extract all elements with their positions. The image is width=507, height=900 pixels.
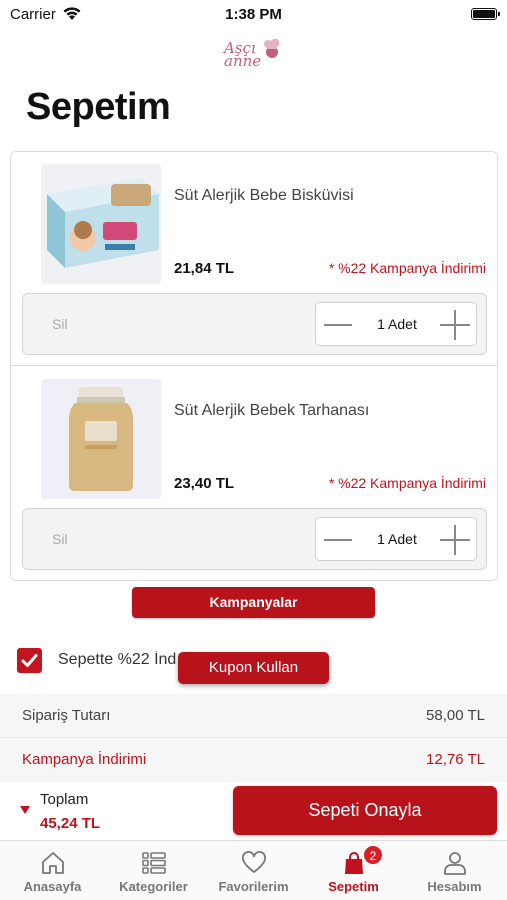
chef-hat-icon bbox=[264, 38, 280, 58]
tab-label: Sepetim bbox=[328, 879, 379, 894]
tab-favorites[interactable]: Favorilerim bbox=[203, 841, 304, 900]
biscuit-box-illustration bbox=[41, 164, 161, 284]
user-icon bbox=[444, 852, 466, 875]
campaign-discount-row: Kampanya İndirimi 12,76 TL bbox=[0, 738, 507, 782]
tab-label: Anasayfa bbox=[23, 879, 82, 894]
total-value: 45,24 TL bbox=[40, 815, 101, 832]
order-total-value: 58,00 TL bbox=[426, 707, 485, 724]
status-bar: Carrier 1:38 PM bbox=[0, 0, 507, 30]
campaign-checkbox[interactable] bbox=[17, 648, 42, 673]
page-title: Sepetim bbox=[26, 86, 171, 128]
product-name[interactable]: Süt Alerjik Bebe Bisküvisi bbox=[174, 187, 354, 205]
tab-categories[interactable]: Kategoriler bbox=[103, 841, 204, 900]
item-actions-bar: Sil 1 Adet bbox=[22, 508, 487, 570]
delete-button[interactable]: Sil bbox=[52, 531, 68, 547]
campaign-checkbox-label: Sepette %22 İnd bbox=[58, 651, 177, 668]
product-name[interactable]: Süt Alerjik Bebek Tarhanası bbox=[174, 402, 369, 420]
expand-summary-icon[interactable] bbox=[20, 806, 30, 814]
quantity-stepper: 1 Adet bbox=[315, 517, 477, 561]
clock: 1:38 PM bbox=[225, 6, 282, 23]
product-price: 21,84 TL bbox=[174, 260, 235, 277]
quantity-stepper: 1 Adet bbox=[315, 302, 477, 346]
campaigns-button[interactable]: Kampanyalar bbox=[132, 587, 375, 618]
use-coupon-button[interactable]: Kupon Kullan bbox=[178, 652, 329, 684]
item-actions-bar: Sil 1 Adet bbox=[22, 293, 487, 355]
product-image[interactable] bbox=[41, 379, 161, 499]
tab-home[interactable]: Anasayfa bbox=[2, 841, 103, 900]
campaign-discount-label: Kampanya İndirimi bbox=[22, 751, 147, 768]
product-image[interactable] bbox=[41, 164, 161, 284]
battery-icon bbox=[471, 8, 500, 20]
cart-item: Süt Alerjik Bebe Bisküvisi 21,84 TL * %2… bbox=[11, 152, 497, 366]
heart-icon bbox=[242, 851, 266, 873]
checkout-bar: Toplam 45,24 TL Sepeti Onayla bbox=[0, 782, 507, 840]
total-label: Toplam bbox=[40, 791, 89, 808]
cart-count-badge: 2 bbox=[363, 845, 383, 865]
brand-logo: Aşçı anne bbox=[218, 34, 288, 72]
order-total-row: Sipariş Tutarı 58,00 TL bbox=[0, 694, 507, 738]
increase-quantity-button[interactable] bbox=[440, 310, 470, 340]
delete-button[interactable]: Sil bbox=[52, 316, 68, 332]
confirm-cart-button[interactable]: Sepeti Onayla bbox=[233, 786, 497, 835]
cart-item: Süt Alerjik Bebek Tarhanası 23,40 TL * %… bbox=[11, 367, 497, 581]
campaign-discount-note: * %22 Kampanya İndirimi bbox=[328, 475, 486, 491]
product-price: 23,40 TL bbox=[174, 475, 235, 492]
tab-bar: Anasayfa Kategoriler Favorilerim 2 Sepet… bbox=[0, 840, 507, 900]
checkmark-icon bbox=[21, 654, 38, 667]
tab-label: Favorilerim bbox=[218, 879, 289, 894]
tab-cart[interactable]: 2 Sepetim bbox=[303, 841, 404, 900]
order-total-label: Sipariş Tutarı bbox=[22, 707, 111, 724]
campaign-discount-note: * %22 Kampanya İndirimi bbox=[328, 260, 486, 276]
home-icon bbox=[42, 852, 64, 874]
increase-quantity-button[interactable] bbox=[440, 525, 470, 555]
campaign-discount-value: 12,76 TL bbox=[426, 751, 485, 768]
tab-account[interactable]: Hesabım bbox=[404, 841, 505, 900]
list-icon bbox=[142, 852, 166, 874]
tab-label: Kategoriler bbox=[119, 879, 188, 894]
order-summary: Sipariş Tutarı 58,00 TL Kampanya İndirim… bbox=[0, 694, 507, 782]
tab-label: Hesabım bbox=[427, 879, 482, 894]
jar-illustration bbox=[41, 379, 161, 499]
cart-list: Süt Alerjik Bebe Bisküvisi 21,84 TL * %2… bbox=[10, 151, 498, 581]
